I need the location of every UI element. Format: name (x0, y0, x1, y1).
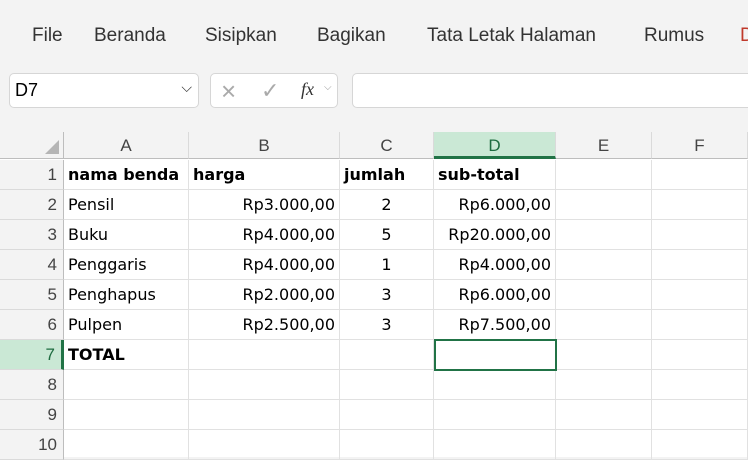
tab-rumus[interactable]: Rumus (644, 25, 704, 47)
cell-D3[interactable]: Rp20.000,00 (434, 220, 556, 250)
cell-E4[interactable] (556, 250, 652, 280)
cell-F7[interactable] (652, 340, 748, 370)
cell-F6[interactable] (652, 310, 748, 340)
cell-A2[interactable]: Pensil (64, 190, 189, 220)
cell-D1[interactable]: sub-total (434, 160, 556, 190)
cell-B8[interactable] (189, 370, 340, 400)
cell-A9[interactable] (64, 400, 189, 430)
row-header-10[interactable]: 10 (0, 430, 64, 460)
cell-B10[interactable] (189, 430, 340, 460)
cell-D2[interactable]: Rp6.000,00 (434, 190, 556, 220)
active-cell-d7[interactable] (434, 339, 557, 371)
row-header-1[interactable]: 1 (0, 160, 64, 190)
cell-F5[interactable] (652, 280, 748, 310)
column-header-A[interactable]: A (64, 132, 189, 159)
column-header-D[interactable]: D (434, 132, 556, 159)
cell-F10[interactable] (652, 430, 748, 460)
cell-F2[interactable] (652, 190, 748, 220)
chevron-down-icon[interactable]: ⌵ (324, 82, 332, 93)
name-box-value: D7 (15, 80, 39, 100)
cell-E7[interactable] (556, 340, 652, 370)
cell-A5[interactable]: Penghapus (64, 280, 189, 310)
cell-C3[interactable]: 5 (340, 220, 434, 250)
cell-C5[interactable]: 3 (340, 280, 434, 310)
row-header-7[interactable]: 7 (0, 340, 64, 370)
cell-B1[interactable]: harga (189, 160, 340, 190)
cell-A1[interactable]: nama benda (64, 160, 189, 190)
cell-F9[interactable] (652, 400, 748, 430)
cell-B3[interactable]: Rp4.000,00 (189, 220, 340, 250)
column-header-E[interactable]: E (556, 132, 652, 159)
cell-F4[interactable] (652, 250, 748, 280)
formula-bar[interactable] (352, 73, 748, 108)
cell-D6[interactable]: Rp7.500,00 (434, 310, 556, 340)
row-header-6[interactable]: 6 (0, 310, 64, 340)
select-all-button[interactable] (0, 132, 64, 159)
column-header-C[interactable]: C (340, 132, 434, 159)
cell-E8[interactable] (556, 370, 652, 400)
cell-B9[interactable] (189, 400, 340, 430)
cell-E6[interactable] (556, 310, 652, 340)
cell-C8[interactable] (340, 370, 434, 400)
cell-D10[interactable] (434, 430, 556, 460)
cell-D4[interactable]: Rp4.000,00 (434, 250, 556, 280)
column-header-F[interactable]: F (652, 132, 748, 159)
cell-F1[interactable] (652, 160, 748, 190)
tab-beranda[interactable]: Beranda (94, 25, 166, 47)
chevron-down-icon[interactable]: ⌵ (181, 79, 192, 96)
cell-E10[interactable] (556, 430, 652, 460)
cell-B7[interactable] (189, 340, 340, 370)
cell-B5[interactable]: Rp2.000,00 (189, 280, 340, 310)
tab-data[interactable]: D (740, 25, 748, 47)
spreadsheet-grid: A B C D E F 1 2 3 4 5 6 7 8 9 10 nama benda harga jumlah su… (0, 132, 748, 460)
tab-bagikan[interactable]: Bagikan (317, 25, 386, 47)
row-header-3[interactable]: 3 (0, 220, 64, 250)
cell-D9[interactable] (434, 400, 556, 430)
row-header-4[interactable]: 4 (0, 250, 64, 280)
row-header-2[interactable]: 2 (0, 190, 64, 220)
cell-C4[interactable]: 1 (340, 250, 434, 280)
cell-D5[interactable]: Rp6.000,00 (434, 280, 556, 310)
enter-icon[interactable]: ✓ (261, 78, 279, 104)
cell-B4[interactable]: Rp4.000,00 (189, 250, 340, 280)
cancel-icon[interactable]: × (221, 76, 236, 107)
cell-E9[interactable] (556, 400, 652, 430)
cell-F3[interactable] (652, 220, 748, 250)
tab-file[interactable]: File (32, 25, 63, 47)
cell-D8[interactable] (434, 370, 556, 400)
formula-buttons: × ✓ fx ⌵ (210, 73, 338, 108)
cell-A6[interactable]: Pulpen (64, 310, 189, 340)
function-icon[interactable]: fx (301, 79, 314, 100)
cell-E1[interactable] (556, 160, 652, 190)
row-header-9[interactable]: 9 (0, 400, 64, 430)
cell-A4[interactable]: Penggaris (64, 250, 189, 280)
cell-C1[interactable]: jumlah (340, 160, 434, 190)
cell-C10[interactable] (340, 430, 434, 460)
cell-A7[interactable]: TOTAL (64, 340, 189, 370)
tab-sisipkan[interactable]: Sisipkan (205, 25, 277, 47)
row-header-5[interactable]: 5 (0, 280, 64, 310)
cell-C6[interactable]: 3 (340, 310, 434, 340)
row-header-8[interactable]: 8 (0, 370, 64, 400)
tab-tata-letak[interactable]: Tata Letak Halaman (427, 25, 596, 47)
cell-C2[interactable]: 2 (340, 190, 434, 220)
cell-F8[interactable] (652, 370, 748, 400)
cell-E5[interactable] (556, 280, 652, 310)
cell-E3[interactable] (556, 220, 652, 250)
column-header-B[interactable]: B (189, 132, 340, 159)
cell-B2[interactable]: Rp3.000,00 (189, 190, 340, 220)
cell-A3[interactable]: Buku (64, 220, 189, 250)
cell-C9[interactable] (340, 400, 434, 430)
name-box[interactable]: D7 ⌵ (9, 73, 199, 108)
cell-C7[interactable] (340, 340, 434, 370)
cell-B6[interactable]: Rp2.500,00 (189, 310, 340, 340)
cell-A8[interactable] (64, 370, 189, 400)
cell-A10[interactable] (64, 430, 189, 460)
cell-E2[interactable] (556, 190, 652, 220)
